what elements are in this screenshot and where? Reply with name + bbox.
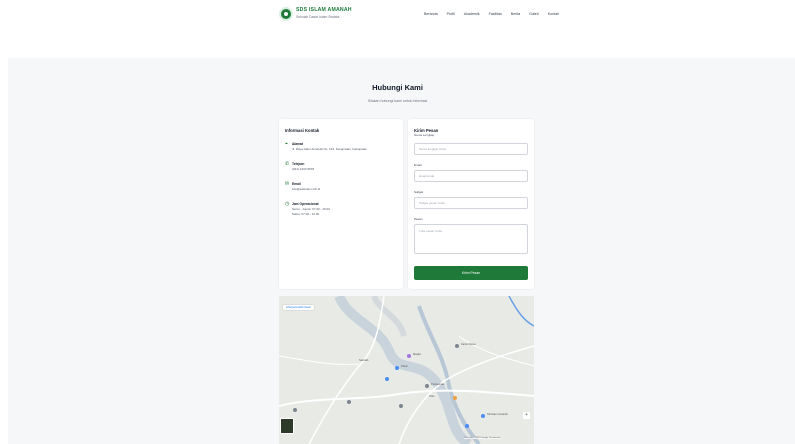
site-header: SDS ISLAM AMANAH Sekolah Dasar Islam Swa… — [0, 0, 795, 40]
clock-icon: ◷ — [285, 201, 290, 207]
info-label: Jam Operasional — [292, 202, 319, 206]
page-title: Hubungi Kami — [372, 83, 423, 92]
map-label: Toko — [429, 395, 435, 398]
map-pin-icon[interactable] — [347, 400, 351, 404]
map-canvas — [279, 296, 534, 444]
map-pin-icon[interactable] — [465, 424, 469, 428]
zoom-in-button[interactable]: + — [523, 412, 530, 419]
location-pin-icon[interactable] — [481, 414, 485, 418]
mail-icon: ✉ — [285, 181, 290, 187]
map-attribution: Data peta ©2024 Google Persyaratan — [464, 437, 501, 439]
info-value: Jl. Raya Islam Amanah No. 123, Kecamatan… — [292, 147, 368, 151]
page-subtitle: Silakan hubungi kami untuk informasi — [367, 99, 428, 103]
nav-link-galeri[interactable]: Galeri — [529, 12, 539, 16]
map-pin-icon[interactable] — [455, 344, 459, 348]
nav-link-profil[interactable]: Profil — [447, 12, 455, 16]
nav-link-kontak[interactable]: Kontak — [548, 12, 559, 16]
map-label: Sekolah — [359, 359, 369, 362]
map-label: Puskesmas — [431, 383, 445, 386]
contact-info-card: Informasi Kontak ⌖ Alamat Jl. Raya Islam… — [279, 119, 403, 289]
map-pin-icon[interactable] — [407, 354, 411, 358]
info-label: Email — [292, 182, 301, 186]
map-pin-icon: ⌖ — [285, 141, 288, 147]
map-pin-icon[interactable] — [385, 377, 389, 381]
info-value[interactable]: info@sdsislam.sch.id — [292, 187, 320, 191]
info-value: Senin - Jumat: 07.00 - 15.00 — [292, 207, 330, 211]
contact-form-card: Kirim Pesan Nama Lengkap Email Subjek Pe… — [408, 119, 534, 289]
name-input[interactable] — [414, 143, 528, 155]
name-label: Nama Lengkap — [414, 133, 435, 137]
subject-label: Subjek — [414, 190, 424, 194]
location-map[interactable]: Lihat peta lebih besar Masjid Pasar Kant… — [279, 296, 534, 444]
nav-link-fasilitas[interactable]: Fasilitas — [489, 12, 502, 16]
nav-link-akademik[interactable]: Akademik — [464, 12, 480, 16]
info-value-secondary: Sabtu: 07.00 - 12.00 — [292, 212, 320, 216]
send-message-button[interactable]: Kirim Pesan — [414, 266, 528, 280]
school-logo[interactable] — [279, 7, 293, 21]
brand[interactable]: SDS ISLAM AMANAH Sekolah Dasar Islam Swa… — [296, 7, 352, 19]
nav-link-beranda[interactable]: Beranda — [424, 12, 438, 16]
email-input[interactable] — [414, 170, 528, 182]
contact-info-title: Informasi Kontak — [285, 128, 320, 133]
map-pin-icon[interactable] — [293, 408, 297, 412]
message-label: Pesan — [414, 217, 423, 221]
info-label: Alamat — [292, 142, 303, 146]
subject-input[interactable] — [414, 197, 528, 209]
street-view-thumbnail[interactable] — [280, 418, 294, 434]
view-larger-map-link[interactable]: Lihat peta lebih besar — [283, 305, 314, 310]
phone-icon: ✆ — [285, 161, 290, 167]
map-pin-icon[interactable] — [425, 384, 429, 388]
map-label: SD Islam Amanah — [487, 413, 508, 416]
main-nav: Beranda Profil Akademik Fasilitas Berita… — [424, 12, 559, 16]
info-value[interactable]: (021) 1234 5678 — [292, 167, 314, 171]
nav-link-berita[interactable]: Berita — [511, 12, 520, 16]
message-textarea[interactable] — [414, 224, 528, 254]
brand-tagline: Sekolah Dasar Islam Swasta — [296, 15, 340, 19]
map-pin-icon[interactable] — [395, 366, 399, 370]
map-label: Kantor Desa — [461, 343, 476, 346]
map-pin-icon[interactable] — [399, 404, 403, 408]
map-label: Masjid — [413, 353, 421, 356]
info-label: Telepon — [292, 162, 305, 166]
brand-name: SDS ISLAM AMANAH — [296, 7, 352, 13]
map-pin-icon[interactable] — [453, 396, 457, 400]
map-label: Pasar — [401, 365, 408, 368]
email-label: Email — [414, 163, 422, 167]
